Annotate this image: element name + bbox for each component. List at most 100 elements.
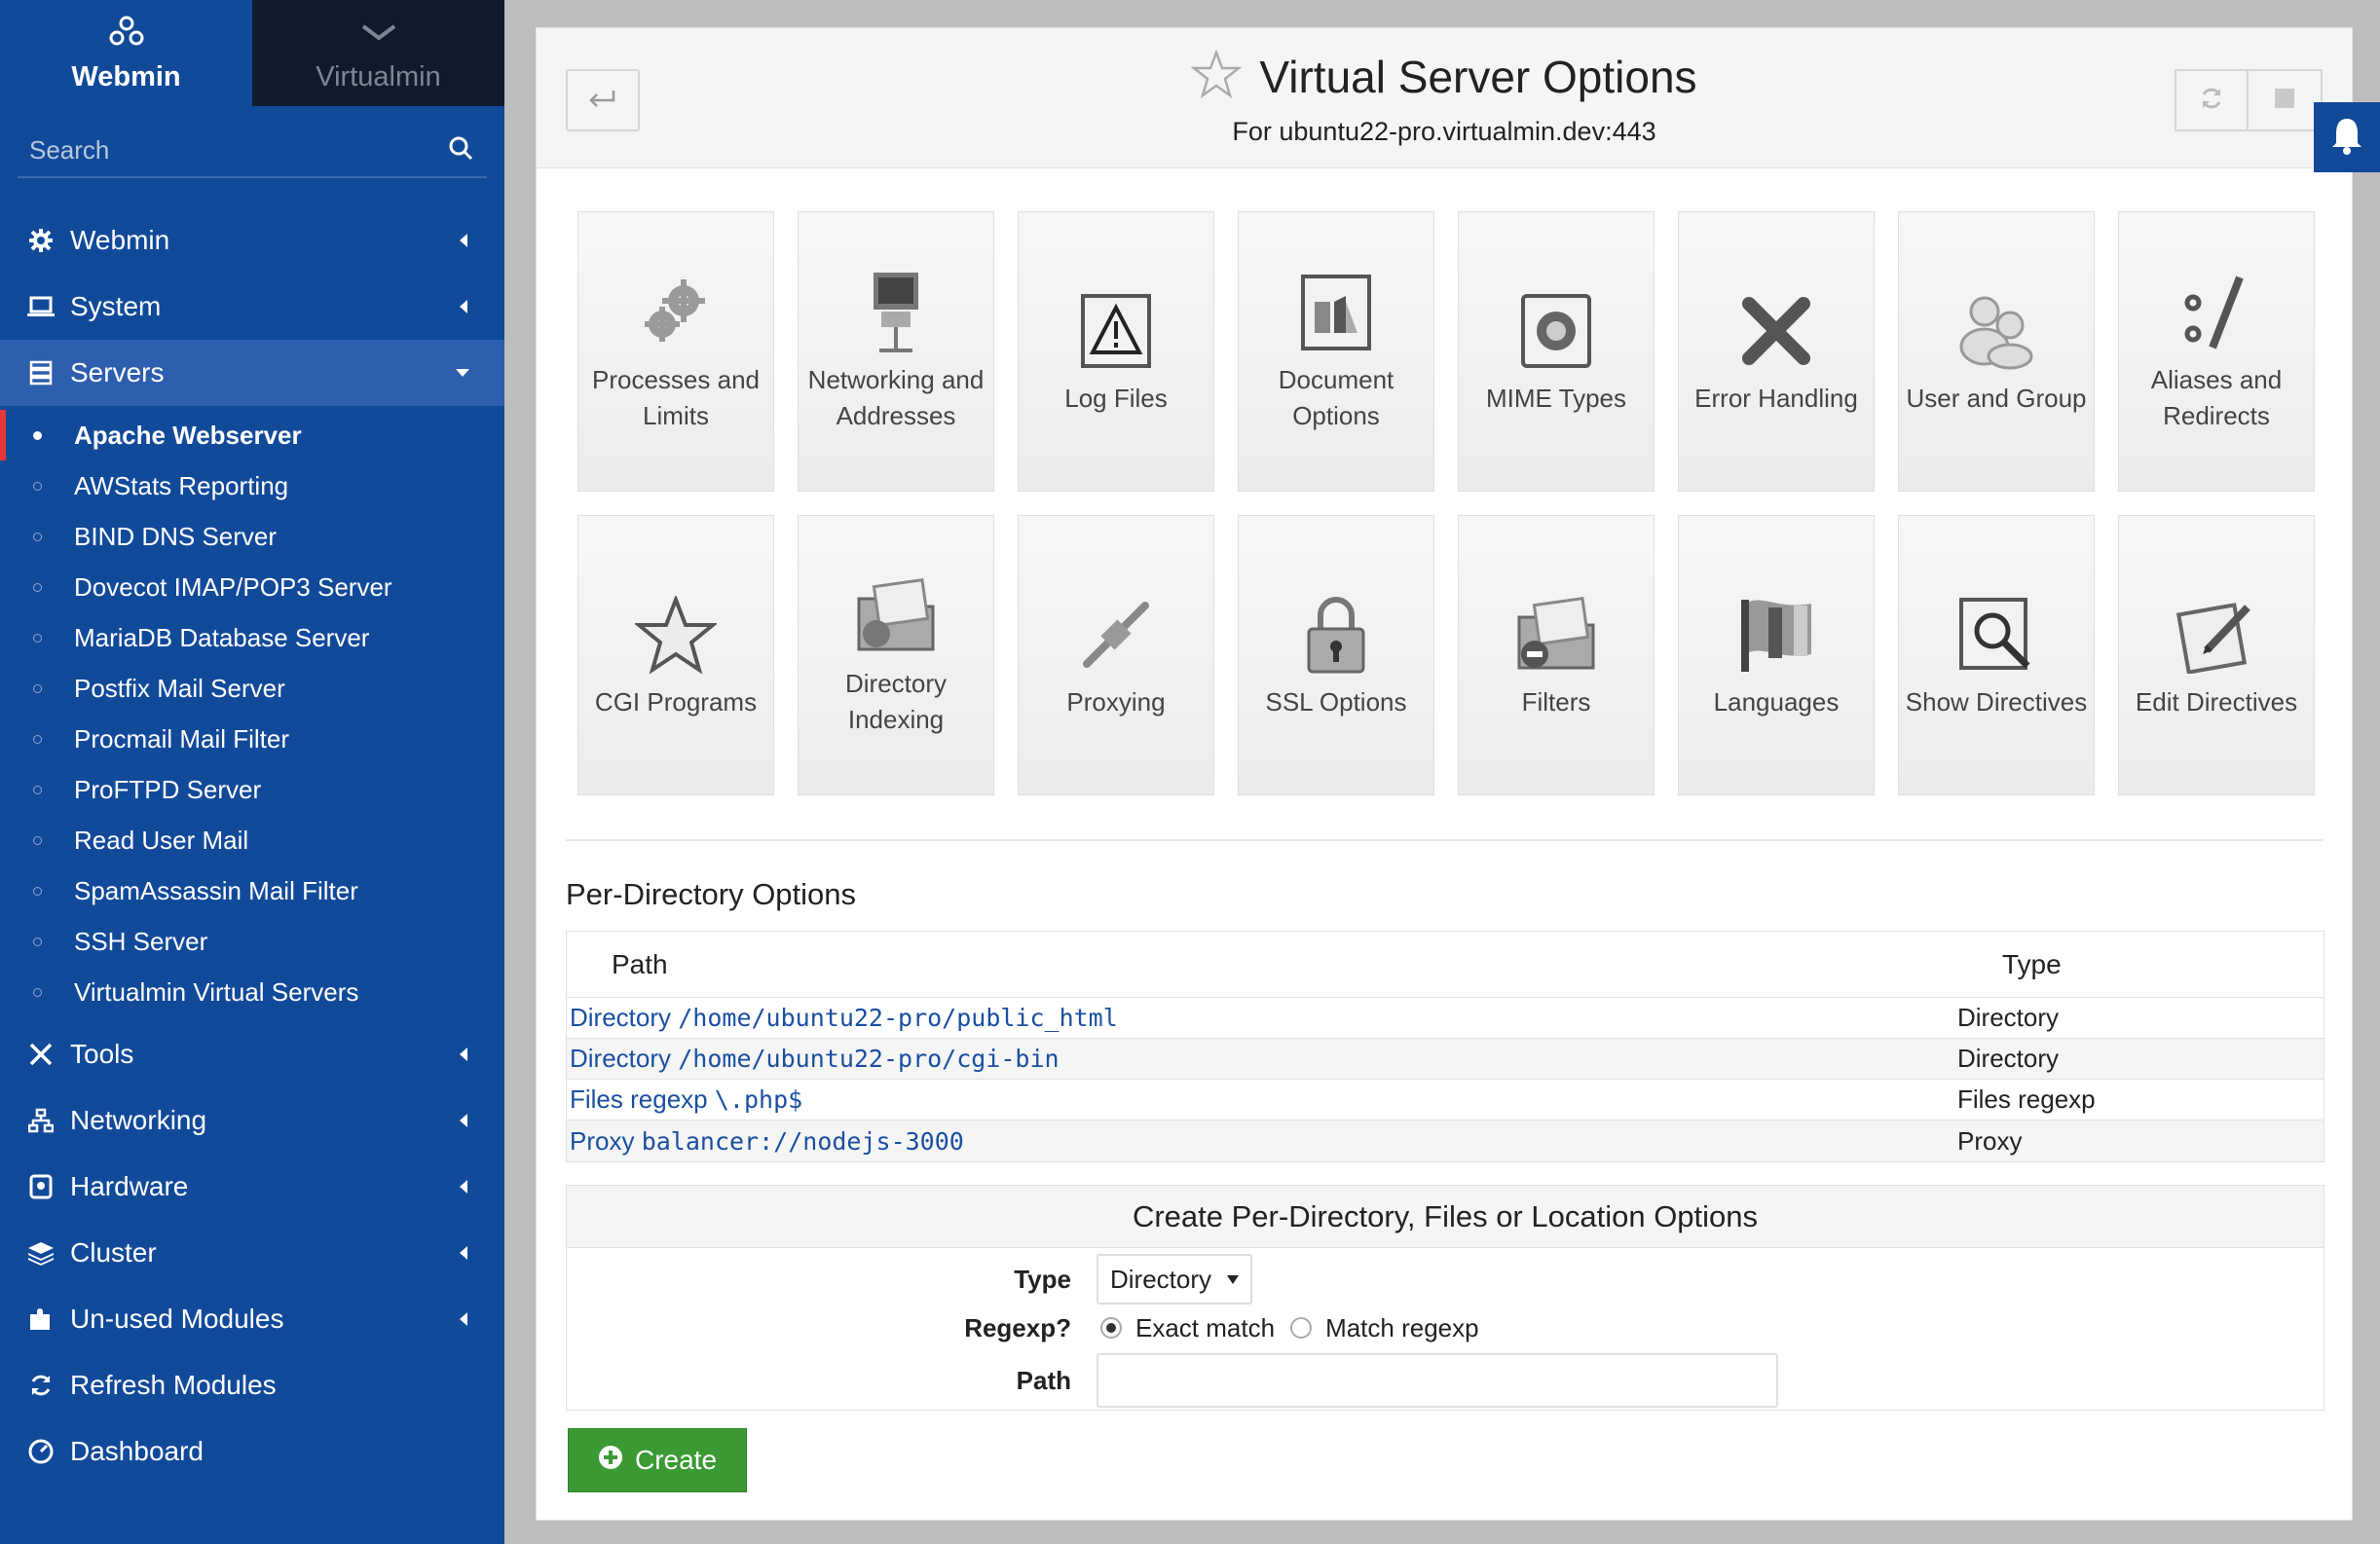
magnifier-icon: [1952, 591, 2040, 679]
sidebar-item-ssh-server[interactable]: SSH Server: [0, 916, 504, 967]
sidebar-item-dovecot[interactable]: Dovecot IMAP/POP3 Server: [0, 562, 504, 612]
sidebar-item-mariadb[interactable]: MariaDB Database Server: [0, 612, 504, 663]
type-label: Type: [1014, 1264, 1071, 1294]
tile-edit-directives[interactable]: Edit Directives: [2118, 515, 2315, 795]
directory-link[interactable]: Files regexp \.php$: [567, 1084, 1957, 1115]
sidebar-item-networking[interactable]: Networking: [0, 1087, 504, 1154]
sidebar-item-unused-modules[interactable]: Un-used Modules: [0, 1286, 504, 1352]
dashboard-icon: [27, 1438, 55, 1465]
tab-virtualmin[interactable]: Virtualmin: [252, 0, 504, 106]
favorite-star-icon[interactable]: [1190, 49, 1244, 103]
tab-webmin[interactable]: Webmin: [0, 0, 252, 106]
hardware-icon: [27, 1173, 55, 1200]
sidebar-item-bind-dns[interactable]: BIND DNS Server: [0, 511, 504, 562]
tile-networking-and-addresses[interactable]: Networking and Addresses: [798, 211, 994, 492]
tile-aliases-and-redirects[interactable]: Aliases and Redirects: [2118, 211, 2315, 492]
sidebar-item-label: Tools: [70, 1039, 134, 1069]
type-select[interactable]: Directory: [1097, 1254, 1252, 1305]
header-buttons: [2175, 69, 2323, 131]
exact-match-radio[interactable]: [1100, 1317, 1122, 1339]
match-regexp-radio[interactable]: [1290, 1317, 1313, 1339]
tile-error-handling[interactable]: Error Handling: [1678, 211, 1875, 492]
dropdown-caret-icon: [1227, 1275, 1239, 1284]
type-row: Type Directory: [567, 1254, 2324, 1305]
row-path: /home/ubuntu22-pro/cgi-bin: [678, 1045, 1060, 1073]
directory-link[interactable]: Proxy balancer://nodejs-3000: [567, 1126, 1957, 1157]
tile-label: Aliases and Redirects: [2150, 365, 2283, 430]
tile-processes-and-limits[interactable]: Processes and Limits: [577, 211, 774, 492]
page-subtitle: For ubuntu22-pro.virtualmin.dev:443: [1232, 117, 1656, 146]
tile-label: Log Files: [1064, 383, 1168, 413]
tile-document-options[interactable]: Document Options: [1238, 211, 1434, 492]
create-form-title: Create Per-Directory, Files or Location …: [567, 1186, 2324, 1248]
sidebar-item-label: Servers: [70, 357, 165, 387]
tile-label: Processes and Limits: [592, 365, 760, 430]
table-header: Path Type: [567, 932, 2324, 998]
tile-label: Languages: [1713, 686, 1840, 717]
row-type: Directory: [1957, 1003, 2060, 1032]
sidebar-item-virtualmin-servers[interactable]: Virtualmin Virtual Servers: [0, 967, 504, 1017]
lock-icon: [1292, 591, 1380, 679]
tile-log-files[interactable]: Log Files: [1018, 211, 1214, 492]
sidebar-item-read-user-mail[interactable]: Read User Mail: [0, 815, 504, 865]
caret-left-icon: [460, 1312, 467, 1326]
regexp-label: Regexp?: [964, 1312, 1071, 1342]
sidebar-item-servers[interactable]: Servers: [0, 340, 504, 406]
sidebar-item-system[interactable]: System: [0, 274, 504, 340]
sidebar-item-refresh-modules[interactable]: Refresh Modules: [0, 1352, 504, 1418]
sidebar-item-tools[interactable]: Tools: [0, 1021, 504, 1087]
tile-label: Document Options: [1278, 365, 1395, 430]
tile-user-and-group[interactable]: User and Group: [1898, 211, 2095, 492]
sidebar-item-dashboard[interactable]: Dashboard: [0, 1418, 504, 1485]
sidebar-item-cluster[interactable]: Cluster: [0, 1220, 504, 1286]
create-button[interactable]: Create: [568, 1428, 747, 1492]
refresh-button[interactable]: [2175, 69, 2249, 131]
sidebar-menu-lower: Tools Networking Hardware Cluster Un-use…: [0, 1021, 504, 1485]
stop-button[interactable]: [2249, 69, 2323, 131]
tile-proxying[interactable]: Proxying: [1018, 515, 1214, 795]
path-row: Path: [567, 1353, 2324, 1408]
caret-down-icon: [456, 369, 469, 377]
directory-link[interactable]: Directory /home/ubuntu22-pro/cgi-bin: [567, 1044, 1957, 1074]
section-divider: [566, 839, 2323, 841]
sidebar-item-hardware[interactable]: Hardware: [0, 1154, 504, 1220]
server-icon: [27, 359, 55, 386]
table-row: Directory /home/ubuntu22-pro/cgi-bin Dir…: [567, 1039, 2324, 1080]
sidebar-item-label: Dashboard: [70, 1436, 204, 1466]
sidebar-item-spamassassin[interactable]: SpamAssassin Mail Filter: [0, 865, 504, 916]
tile-ssl-options[interactable]: SSL Options: [1238, 515, 1434, 795]
star-icon: [632, 591, 720, 679]
sidebar-item-label: System: [70, 291, 162, 321]
layers-icon: [27, 1239, 55, 1267]
main-panel: Virtual Server Options For ubuntu22-pro.…: [536, 27, 2353, 1521]
sidebar-menu: Webmin System Servers Apache Webserver A…: [0, 207, 504, 1485]
tile-label: MIME Types: [1485, 383, 1626, 413]
sidebar-item-proftpd[interactable]: ProFTPD Server: [0, 764, 504, 815]
search-icon[interactable]: [448, 135, 473, 165]
exact-match-label[interactable]: Exact match: [1135, 1313, 1275, 1343]
tile-languages[interactable]: Languages: [1678, 515, 1875, 795]
sidebar-tabs: Webmin Virtualmin: [0, 0, 504, 106]
directory-link[interactable]: Directory /home/ubuntu22-pro/public_html: [567, 1003, 1957, 1033]
tile-mime-types[interactable]: MIME Types: [1458, 211, 1655, 492]
tile-show-directives[interactable]: Show Directives: [1898, 515, 2095, 795]
tile-cgi-programs[interactable]: CGI Programs: [577, 515, 774, 795]
sidebar-item-awstats[interactable]: AWStats Reporting: [0, 460, 504, 511]
tile-label: Proxying: [1066, 686, 1166, 717]
caret-left-icon: [460, 234, 467, 247]
notifications-button[interactable]: [2314, 102, 2380, 172]
tile-filters[interactable]: Filters: [1458, 515, 1655, 795]
sidebar-item-postfix[interactable]: Postfix Mail Server: [0, 663, 504, 714]
sidebar-item-procmail[interactable]: Procmail Mail Filter: [0, 714, 504, 764]
sidebar-item-label: Cluster: [70, 1237, 157, 1268]
sidebar-item-apache-webserver[interactable]: Apache Webserver: [0, 410, 504, 460]
search-input[interactable]: [18, 134, 487, 165]
regexp-row: Regexp? Exact match Match regexp: [567, 1308, 2324, 1347]
sidebar-item-webmin[interactable]: Webmin: [0, 207, 504, 274]
caret-left-icon: [460, 1048, 467, 1061]
flag-icon: [1732, 591, 1820, 679]
tile-directory-indexing[interactable]: Directory Indexing: [798, 515, 994, 795]
path-input[interactable]: [1097, 1353, 1778, 1408]
match-regexp-label[interactable]: Match regexp: [1325, 1313, 1479, 1343]
per-directory-table: Path Type Directory /home/ubuntu22-pro/p…: [566, 931, 2324, 1162]
